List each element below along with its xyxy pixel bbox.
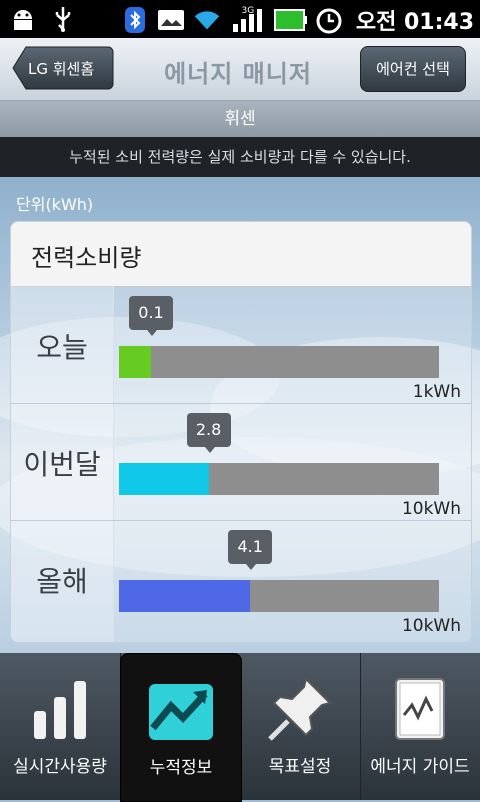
content-area: 단위(kWh) 전력소비량 오늘 0.1 1kWh 이번달 2.8 10kWh … (0, 177, 480, 653)
bluetooth-icon (120, 5, 150, 35)
android-debug-icon (8, 4, 38, 34)
bottom-tab-bar: 실시간사용량 누적정보 목표설정 에너지 가이드 (0, 653, 480, 802)
back-button[interactable]: LG 휘센홈 (12, 46, 114, 90)
row-label: 이번달 (23, 448, 101, 481)
value-bubble: 4.1 (228, 530, 273, 570)
back-button-label: LG 휘센홈 (28, 60, 95, 78)
consumption-panel: 전력소비량 오늘 0.1 1kWh 이번달 2.8 10kWh 올해 4.1 1… (10, 221, 472, 643)
value-bubble: 0.1 (129, 296, 173, 336)
guide-book-icon (395, 678, 445, 740)
bar-track (119, 346, 439, 378)
tab-label: 에너지 가이드 (370, 757, 470, 777)
wifi-icon (192, 5, 222, 35)
clock: 오전 01:43 (355, 10, 474, 35)
tab-energy-guide[interactable]: 에너지 가이드 (360, 653, 480, 800)
max-label: 10kWh (401, 499, 461, 519)
bar-track (119, 463, 439, 495)
panel-title: 전력소비량 (31, 244, 142, 272)
max-label: 10kWh (401, 616, 461, 636)
bar-fill (119, 580, 251, 612)
alarm-clock-icon (314, 5, 344, 35)
row-label: 올해 (36, 565, 88, 598)
tab-label: 목표설정 (268, 757, 332, 777)
title-bar: LG 휘센홈 에너지 매니저 에어컨 선택 (0, 38, 480, 101)
unit-label: 단위(kWh) (16, 195, 94, 214)
tab-label: 실시간사용량 (13, 757, 107, 777)
trend-chart-icon (149, 684, 213, 740)
tab-goal-setting[interactable]: 목표설정 (240, 653, 361, 800)
network-type-label: 3G (241, 6, 255, 16)
usb-icon (48, 4, 78, 34)
battery-icon (273, 5, 308, 35)
tab-label: 누적정보 (149, 758, 213, 778)
gallery-icon (156, 5, 186, 35)
panel-header: 전력소비량 (11, 222, 471, 287)
notice-text: 누적된 소비 전력량은 실제 소비량과 다를 수 있습니다. (0, 137, 480, 177)
pushpin-icon (268, 677, 332, 741)
tab-cumulative-info[interactable]: 누적정보 (120, 653, 242, 802)
max-label: 1kWh (412, 382, 461, 402)
row-this-year: 올해 4.1 10kWh (11, 520, 471, 637)
status-bar: 3G 오전 01:43 (0, 0, 480, 38)
bar-track (119, 580, 439, 612)
row-label: 오늘 (36, 331, 88, 364)
row-today: 오늘 0.1 1kWh (11, 286, 471, 404)
row-this-month: 이번달 2.8 10kWh (11, 403, 471, 521)
page-title: 에너지 매니저 (164, 60, 312, 88)
value-bubble: 2.8 (186, 413, 231, 453)
bar-fill (119, 463, 209, 495)
ac-select-button[interactable]: 에어컨 선택 (360, 46, 466, 92)
bar-chart-icon (34, 681, 86, 739)
device-name-header: 휘센 (0, 101, 480, 137)
tab-realtime-usage[interactable]: 실시간사용량 (0, 653, 121, 800)
bar-fill (119, 346, 151, 378)
signal-3g-icon: 3G (228, 5, 268, 35)
